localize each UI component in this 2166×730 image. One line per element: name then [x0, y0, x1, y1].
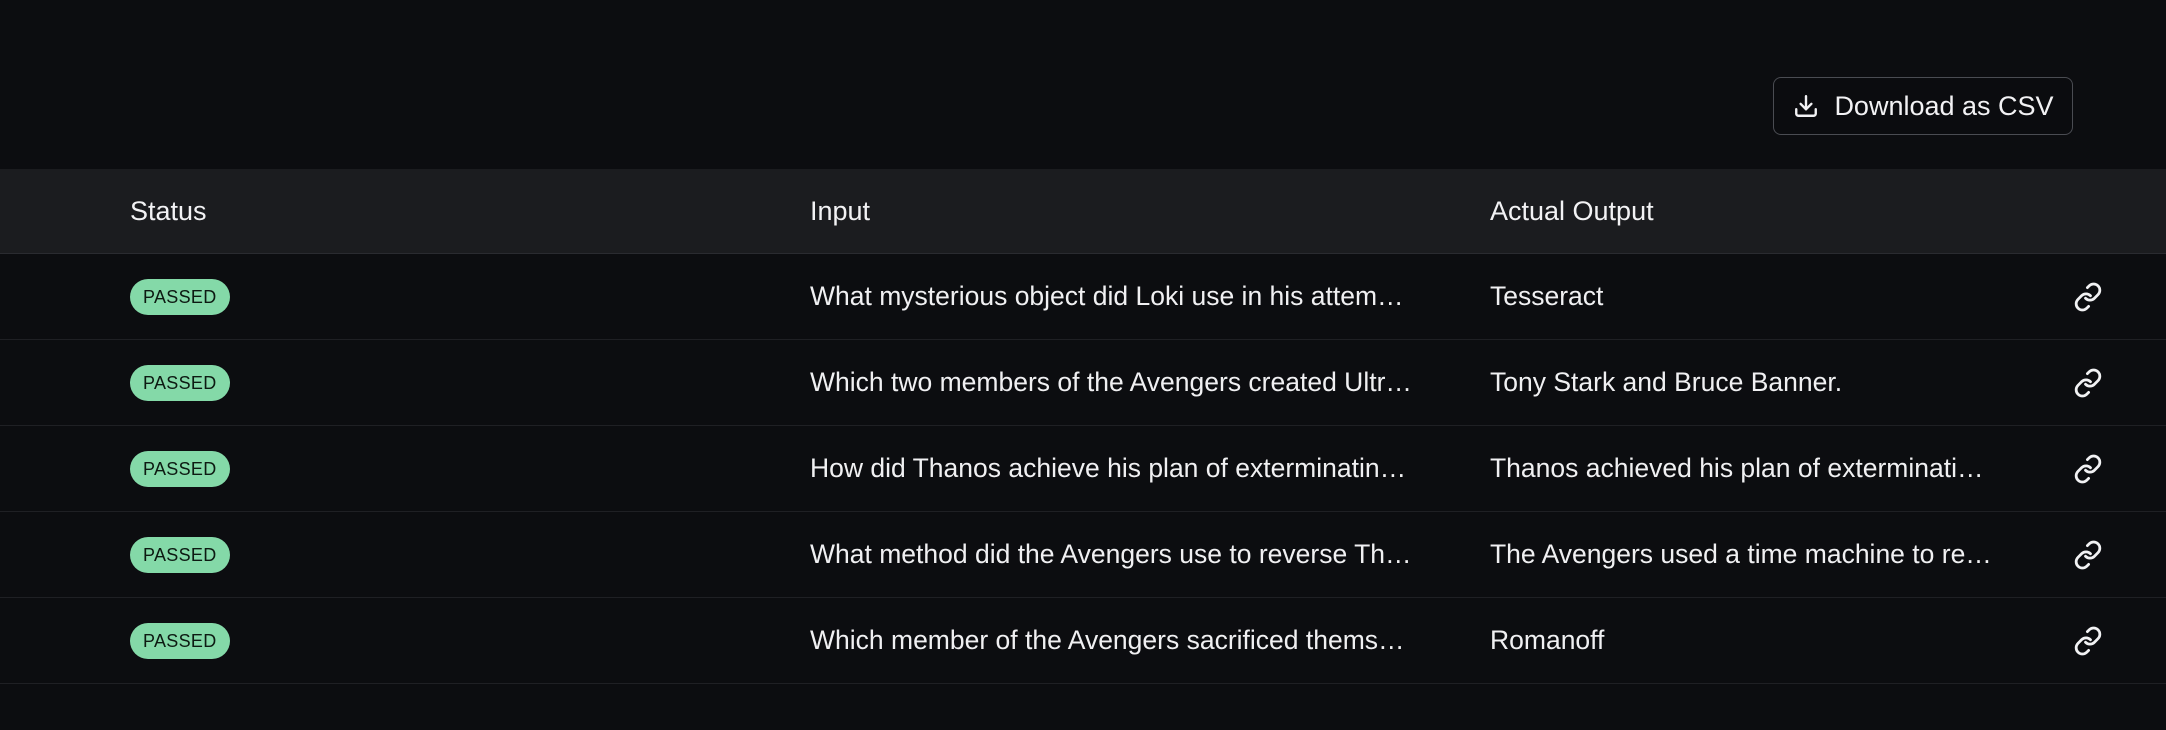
- table-row[interactable]: PASSED Which member of the Avengers sacr…: [0, 598, 2166, 684]
- toolbar: Download as CSV: [0, 0, 2166, 169]
- table-row[interactable]: PASSED Which two members of the Avengers…: [0, 340, 2166, 426]
- input-cell: Which member of the Avengers sacrificed …: [810, 625, 1405, 655]
- link-cell: [2068, 426, 2108, 511]
- input-cell: How did Thanos achieve his plan of exter…: [810, 453, 1407, 483]
- link-icon[interactable]: [2072, 539, 2104, 571]
- table-row[interactable]: PASSED What method did the Avengers use …: [0, 512, 2166, 598]
- download-csv-button[interactable]: Download as CSV: [1773, 77, 2073, 135]
- table-row[interactable]: PASSED What mysterious object did Loki u…: [0, 254, 2166, 340]
- link-cell: [2068, 340, 2108, 425]
- output-cell: Tesseract: [1490, 281, 1604, 311]
- link-icon[interactable]: [2072, 453, 2104, 485]
- download-csv-label: Download as CSV: [1834, 90, 2054, 121]
- link-icon[interactable]: [2072, 625, 2104, 657]
- input-cell: What mysterious object did Loki use in h…: [810, 281, 1404, 311]
- input-cell: Which two members of the Avengers create…: [810, 367, 1410, 397]
- results-table: Status Input Actual Output PASSED What m…: [0, 169, 2166, 684]
- status-badge: PASSED: [130, 536, 230, 573]
- link-cell: [2068, 254, 2108, 339]
- output-cell: Thanos achieved his plan of exterminati…: [1490, 453, 1984, 483]
- link-icon[interactable]: [2072, 367, 2104, 399]
- link-icon[interactable]: [2072, 281, 2104, 313]
- output-cell: The Avengers used a time machine to re…: [1490, 539, 1990, 569]
- column-header-status: Status: [130, 196, 207, 226]
- status-badge: PASSED: [130, 450, 230, 487]
- link-cell: [2068, 598, 2108, 683]
- status-cell: PASSED: [130, 254, 730, 339]
- output-cell: Tony Stark and Bruce Banner.: [1490, 367, 1843, 397]
- status-badge: PASSED: [130, 278, 230, 315]
- status-badge: PASSED: [130, 622, 230, 659]
- status-cell: PASSED: [130, 340, 730, 425]
- status-cell: PASSED: [130, 598, 730, 683]
- table-row[interactable]: PASSED How did Thanos achieve his plan o…: [0, 426, 2166, 512]
- status-cell: PASSED: [130, 512, 730, 597]
- input-cell: What method did the Avengers use to reve…: [810, 539, 1410, 569]
- column-header-actual-output: Actual Output: [1490, 196, 1654, 226]
- table-header: Status Input Actual Output: [0, 169, 2166, 254]
- output-cell: Romanoff: [1490, 625, 1605, 655]
- download-icon: [1792, 92, 1820, 120]
- column-header-input: Input: [810, 196, 871, 226]
- status-badge: PASSED: [130, 364, 230, 401]
- link-cell: [2068, 512, 2108, 597]
- status-cell: PASSED: [130, 426, 730, 511]
